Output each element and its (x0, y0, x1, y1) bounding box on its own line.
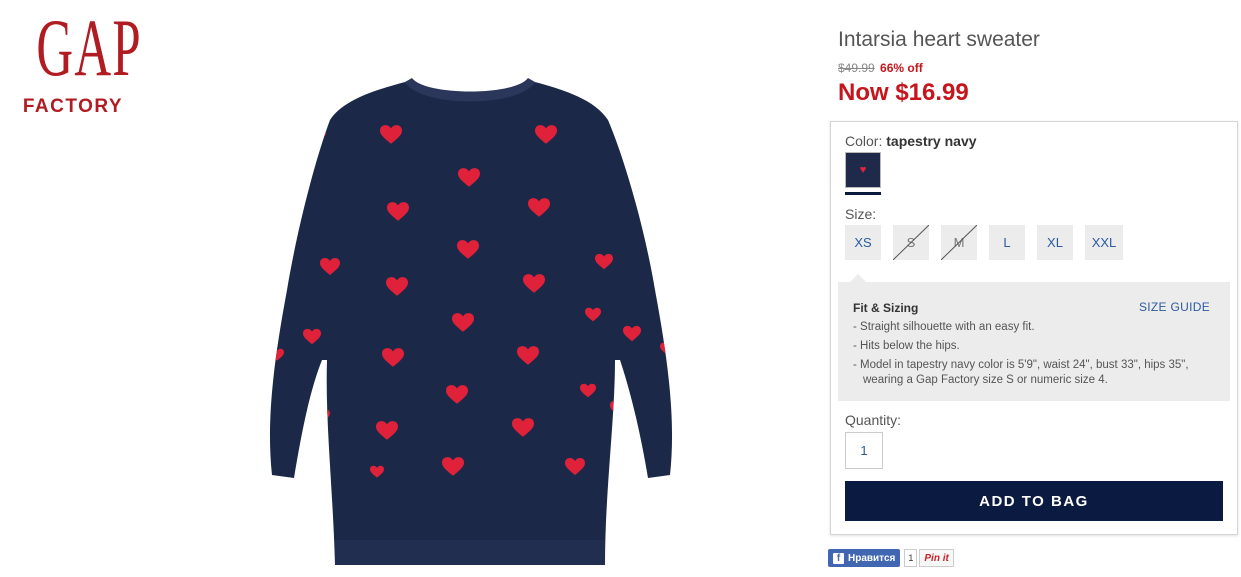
unavailable-slash-icon (941, 225, 977, 260)
size-label-xl: XL (1047, 235, 1063, 250)
size-guide-link[interactable]: SIZE GUIDE (1139, 300, 1210, 314)
size-selector: XS S M L XL XXL (845, 225, 1132, 260)
list-item: - Model in tapestry navy color is 5'9", … (853, 359, 1189, 386)
gap-factory-logo[interactable]: GAP FACTORY (14, 2, 142, 118)
size-button-l[interactable]: L (989, 225, 1025, 260)
add-to-bag-button[interactable]: ADD TO BAG (845, 481, 1223, 521)
size-label-l: L (1003, 235, 1011, 250)
social-buttons: f Нравится 1 Pin it (828, 549, 954, 567)
pinterest-pin-button[interactable]: Pin it (919, 549, 954, 567)
size-button-m[interactable]: M (941, 225, 977, 260)
size-label: Size: (845, 206, 877, 222)
size-button-xs[interactable]: XS (845, 225, 881, 260)
size-label-xxl: XXL (1091, 235, 1117, 250)
unavailable-slash-icon (893, 225, 929, 260)
quantity-field[interactable]: 1 (845, 432, 883, 469)
fit-panel-notch (850, 274, 866, 282)
discount-badge: 66% off (880, 61, 923, 75)
color-label: Color: tapestry navy (845, 133, 977, 149)
facebook-icon: f (833, 552, 844, 564)
size-button-xxl[interactable]: XXL (1085, 225, 1123, 260)
selected-swatch-indicator (845, 192, 881, 195)
logo-factory-text: FACTORY (22, 96, 124, 117)
product-info: Intarsia heart sweater $49.99 66% off No… (838, 28, 1238, 107)
purchase-options-panel: Color: tapestry navy ♥ Size: XS S M L XL… (830, 121, 1238, 535)
size-button-s[interactable]: S (893, 225, 929, 260)
color-value: tapestry navy (886, 133, 977, 149)
size-label-xs: XS (854, 235, 872, 250)
price-line: $49.99 66% off (838, 61, 1238, 75)
fit-details-list: - Straight silhouette with an easy fit. … (853, 320, 1213, 392)
original-price: $49.99 (838, 61, 875, 75)
facebook-like-button[interactable]: f Нравится (828, 549, 901, 567)
product-title: Intarsia heart sweater (838, 28, 1040, 51)
logo-gap-text: GAP (36, 2, 142, 93)
product-image[interactable] (230, 60, 700, 575)
list-item: - Straight silhouette with an easy fit. (853, 321, 1035, 333)
color-label-text: Color: (845, 133, 883, 149)
quantity-label: Quantity: (845, 412, 902, 428)
facebook-like-count: 1 (904, 549, 918, 567)
size-button-xl[interactable]: XL (1037, 225, 1073, 260)
list-item: - Hits below the hips. (853, 340, 960, 352)
now-price: Now $16.99 (838, 79, 969, 106)
facebook-like-label: Нравится (848, 552, 896, 564)
color-swatch-tapestry-navy[interactable]: ♥ (845, 152, 881, 188)
heart-icon: ♥ (859, 163, 867, 176)
fit-sizing-title: Fit & Sizing (853, 301, 919, 315)
fit-sizing-panel: Fit & Sizing SIZE GUIDE - Straight silho… (838, 274, 1230, 401)
